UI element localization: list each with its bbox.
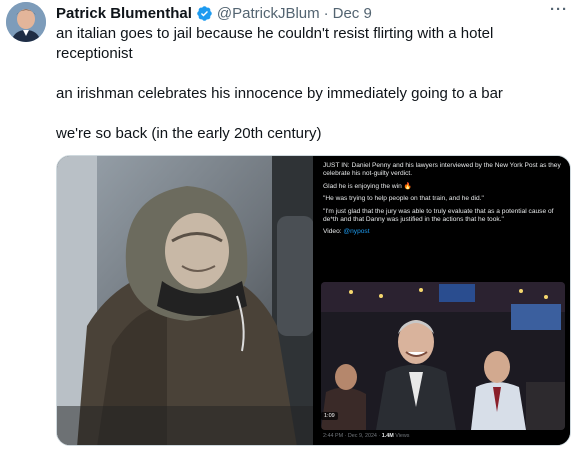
verified-badge-icon (197, 5, 212, 21)
video-duration-badge: 1:09 (321, 412, 338, 420)
post-date[interactable]: Dec 9 (333, 5, 372, 22)
media-photo-right[interactable]: JUST IN: Daniel Penny and his lawyers in… (315, 156, 570, 445)
avatar-image (6, 2, 46, 42)
embedded-video-link: @nypost (343, 228, 370, 236)
embedded-video-label: Video: (323, 228, 344, 236)
embedded-headline: JUST IN: Daniel Penny and his lawyers in… (323, 162, 561, 178)
author-name[interactable]: Patrick Blumenthal (56, 5, 192, 22)
embedded-quote-2: "I'm just glad that the jury was able to… (323, 207, 554, 224)
tweet-text-line-2: an irishman celebrates his innocence by … (56, 85, 503, 102)
author-handle[interactable]: @PatrickJBlum (217, 5, 320, 22)
bar-scene-image (321, 282, 565, 430)
embedded-post-text: JUST IN: Daniel Penny and his lawyers in… (323, 162, 567, 241)
embedded-views-label: Views (393, 433, 410, 439)
media-grid: JUST IN: Daniel Penny and his lawyers in… (56, 155, 571, 446)
avatar[interactable] (6, 2, 46, 42)
media-photo-left[interactable] (57, 156, 313, 445)
tweet-header: Patrick Blumenthal @PatrickJBlum · Dec 9… (56, 1, 568, 23)
tweet-body: an italian goes to jail because he could… (56, 24, 556, 144)
separator-dot: · (323, 4, 329, 22)
more-dots-icon[interactable]: ··· (550, 1, 568, 18)
embedded-timestamp: 2:44 PM · Dec 9, 2024 · (323, 433, 382, 439)
embedded-video-thumbnail (321, 282, 565, 430)
embedded-post-meta: 2:44 PM · Dec 9, 2024 · 1.4M Views (323, 433, 410, 439)
embedded-views-count: 1.4M (381, 433, 394, 439)
tweet-text-line-3: we're so back (in the early 20th century… (56, 125, 322, 142)
tweet-text-line-1: an italian goes to jail because he could… (56, 25, 494, 62)
surveillance-photo-image (57, 156, 313, 445)
embedded-video-credit: Video: @nypost (323, 228, 567, 236)
embedded-line-glad: Glad he is enjoying the win 🔥 (323, 182, 412, 190)
embedded-quote-1: "He was trying to help people on that tr… (323, 195, 484, 203)
